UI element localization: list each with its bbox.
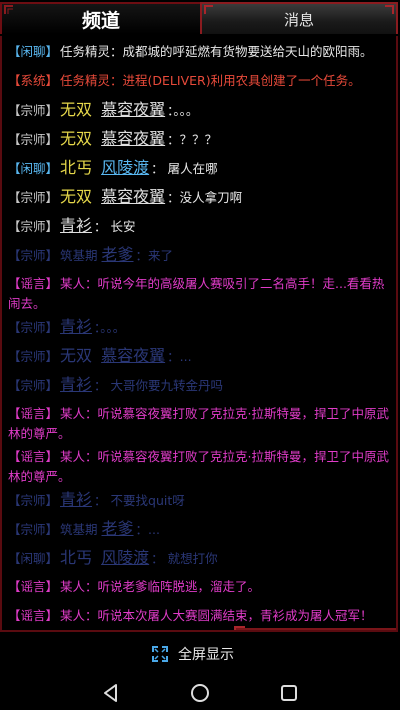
chat-message: 【宗师】 无双 慕容夜翼：？？？ [8, 127, 394, 156]
message-text: 筑基期 [60, 248, 102, 263]
player-name-link[interactable]: 慕容夜翼 [101, 129, 165, 148]
message-text: 某人：听说今年的高级屠人赛吸引了二名高手！走...看看热闹去。 [8, 276, 385, 311]
chat-message: 【谣言】 某人：听说慕容夜翼打败了克拉克·拉斯特曼，捍卫了中原武林的尊严。 [8, 445, 394, 488]
channel-tag: 【宗师】 [8, 522, 59, 537]
channel-tag: 【谣言】 [8, 579, 59, 594]
channel-tag: 【宗师】 [8, 493, 59, 508]
channel-tag: 【宗师】 [8, 320, 59, 335]
message-text: 筑基期 [60, 522, 102, 537]
player-title: 北丐 [60, 548, 98, 567]
channel-tag: 【谣言】 [8, 276, 59, 291]
player-name-link[interactable]: 风陵渡 [101, 158, 149, 177]
player-name-link[interactable]: 青衫 [60, 317, 92, 336]
channel-tag: 【闲聊】 [8, 44, 59, 59]
player-title: 无双 [60, 346, 98, 365]
message-text: ： 长安 [94, 219, 136, 234]
chat-message: 【谣言】 某人：听说今年的高级屠人赛吸引了二名高手！走...看看热闹去。 [8, 272, 394, 315]
chat-message: 【宗师】 无双 慕容夜翼：... [8, 344, 394, 373]
fullscreen-icon [152, 646, 168, 662]
player-title: 无双 [60, 100, 98, 119]
message-text: ：没人拿刀啊 [167, 190, 243, 205]
channel-tag: 【谣言】 [8, 406, 59, 421]
message-text: ：来了 [135, 248, 174, 263]
channel-tag: 【系统】 [8, 73, 59, 88]
message-text: ：... [167, 349, 192, 364]
channel-tag: 【宗师】 [8, 132, 59, 147]
channel-tag: 【宗师】 [8, 219, 59, 234]
player-title: 北丐 [60, 158, 98, 177]
player-name-link[interactable]: 青衫 [60, 375, 92, 394]
message-text: 某人：听说本次屠人大赛圆满结束，青衫成为屠人冠军！ [60, 608, 373, 623]
player-name-link[interactable]: 慕容夜翼 [101, 187, 165, 206]
bottom-bar: 全屏显示 [0, 632, 400, 710]
home-icon[interactable] [189, 682, 211, 704]
chat-message: 【宗师】 青衫： 大哥你要九转金丹吗 [8, 373, 394, 402]
message-list[interactable]: 【闲聊】 任务精灵：成都城的呼延燃有货物要送给天山的欧阳雨。 【系统】 任务精灵：进程… [8, 40, 394, 630]
fullscreen-button[interactable]: 全屏显示 [152, 642, 234, 666]
channel-tag: 【宗师】 [8, 190, 59, 205]
channel-tag: 【谣言】 [8, 449, 59, 464]
corner-ornament-icon [385, 5, 394, 14]
chat-message: 【系统】 任务精灵：进程(DELIVER)利用农具创建了一个任务。 [8, 69, 394, 98]
chat-message: 【宗师】 青衫：。。。 [8, 315, 394, 344]
message-text: ： 大哥你要九转金丹吗 [94, 378, 224, 393]
corner-ornament-icon [204, 5, 213, 14]
tab-messages[interactable]: 消息 [200, 2, 398, 34]
player-name-link[interactable]: 青衫 [60, 490, 92, 509]
corner-ornament-icon [4, 5, 13, 14]
chat-message: 【宗师】 筑基期 老爹：... [8, 517, 394, 546]
channel-tag: 【宗师】 [8, 103, 59, 118]
chat-message: 【闲聊】 北丐 风陵渡： 就想打你 [8, 546, 394, 575]
channel-tab-bar: 频道 消息 [0, 0, 400, 36]
player-title: 无双 [60, 187, 98, 206]
player-title: 无双 [60, 129, 98, 148]
message-text: ： 不要找quit呀 [94, 493, 185, 508]
chat-message: 【谣言】 某人：听说老爹临阵脱逃，溜走了。 [8, 575, 394, 604]
chat-message: 【宗师】 无双 慕容夜翼 ：没人拿刀啊 [8, 185, 394, 214]
fullscreen-label: 全屏显示 [178, 647, 234, 663]
recent-apps-icon[interactable] [278, 682, 300, 704]
channel-tag: 【宗师】 [8, 349, 59, 364]
player-name-link[interactable]: 风陵渡 [101, 548, 149, 567]
channel-tag: 【闲聊】 [8, 551, 59, 566]
back-icon[interactable] [100, 682, 122, 704]
message-text: ：。。。 [94, 320, 126, 335]
chat-message: 【闲聊】 任务精灵：成都城的呼延燃有货物要送给天山的欧阳雨。 [8, 40, 394, 69]
message-text: ：... [135, 522, 160, 537]
channel-tag: 【宗师】 [8, 248, 59, 263]
chat-message: 【宗师】 青衫： 长安 [8, 214, 394, 243]
message-text: 某人：听说老爹临阵脱逃，溜走了。 [60, 579, 261, 594]
chat-message: 【闲聊】 北丐 风陵渡： 屠人在哪 [8, 156, 394, 185]
message-text: 某人：听说慕容夜翼打败了克拉克·拉斯特曼，捍卫了中原武林的尊严。 [8, 449, 389, 484]
player-name-link[interactable]: 老爹 [102, 519, 134, 538]
android-nav-bar [0, 676, 400, 710]
player-name-link[interactable]: 慕容夜翼 [101, 346, 165, 365]
player-name-link[interactable]: 慕容夜翼 [101, 100, 165, 119]
chat-message: 【宗师】 筑基期 老爹 ：来了 [8, 243, 394, 272]
channel-tag: 【谣言】 [8, 608, 59, 623]
chat-message: 【宗师】 青衫： 不要找quit呀 [8, 488, 394, 517]
chat-panel[interactable]: 【闲聊】 任务精灵：成都城的呼延燃有货物要送给天山的欧阳雨。 【系统】 任务精灵：进程… [0, 36, 398, 632]
tab-channel-label: 频道 [81, 9, 120, 32]
message-text: 某人：听说慕容夜翼打败了克拉克·拉斯特曼，捍卫了中原武林的尊严。 [8, 406, 389, 441]
chat-message: 【谣言】 某人：听说慕容夜翼打败了克拉克·拉斯特曼，捍卫了中原武林的尊严。 [8, 402, 394, 445]
message-text: ：。。。 [167, 103, 199, 118]
channel-tag: 【宗师】 [8, 378, 59, 393]
message-text: 任务精灵：成都城的呼延燃有货物要送给天山的欧阳雨。 [60, 44, 373, 59]
channel-tag: 【闲聊】 [8, 161, 59, 176]
message-text: ：？？？ [167, 132, 218, 147]
player-name-link[interactable]: 老爹 [102, 245, 134, 264]
tab-messages-label: 消息 [283, 10, 314, 29]
chat-message: 【宗师】 无双 慕容夜翼：。。。 [8, 98, 394, 127]
tab-channel[interactable]: 频道 [0, 2, 202, 34]
message-text: 任务精灵：进程(DELIVER)利用农具创建了一个任务。 [60, 73, 361, 88]
player-name-link[interactable]: 青衫 [60, 216, 92, 235]
message-text: ： 就想打你 [151, 551, 218, 566]
message-text: ： 屠人在哪 [151, 161, 218, 176]
